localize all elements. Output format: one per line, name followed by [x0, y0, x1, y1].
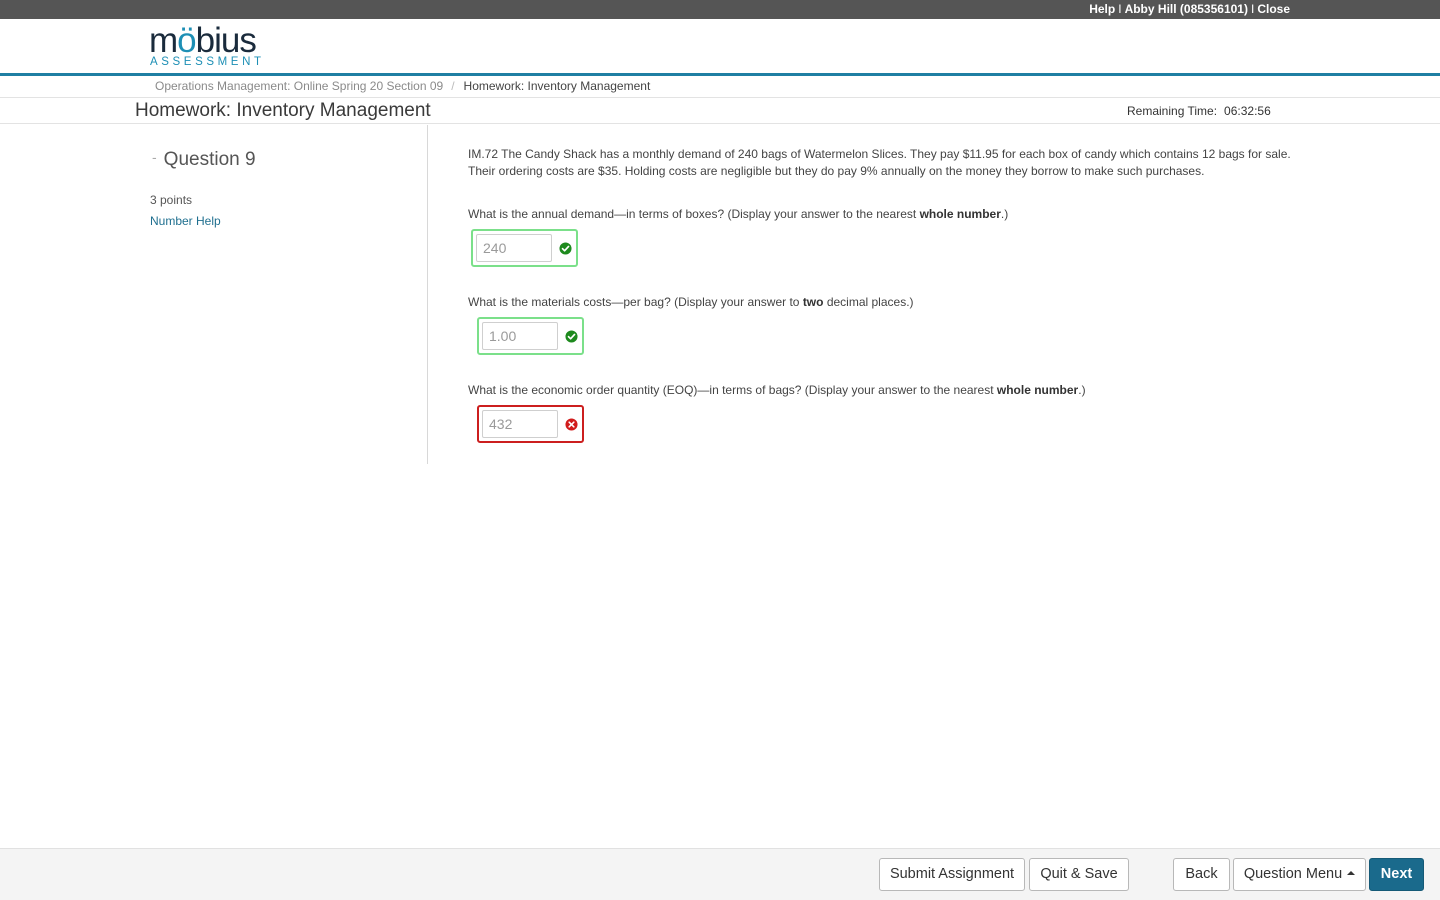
- remaining-time-label: Remaining Time:: [1127, 104, 1218, 118]
- part-1-prompt: What is the annual demand—in terms of bo…: [468, 207, 1009, 221]
- breadcrumb-course-link[interactable]: Operations Management: Online Spring 20 …: [155, 79, 443, 93]
- question-points: 3 points: [150, 193, 193, 207]
- question-content: IM.72 The Candy Shack has a monthly dema…: [468, 146, 1328, 443]
- check-circle-icon: [559, 242, 572, 255]
- user-links: Help I Abby Hill (085356101) I Close: [1089, 2, 1290, 16]
- check-circle-icon: [565, 330, 578, 343]
- separator: I: [1250, 2, 1255, 16]
- question-intro-line: IM.72 The Candy Shack has a monthly dema…: [468, 147, 1291, 161]
- caret-up-icon: [1347, 871, 1356, 875]
- x-circle-icon: [565, 418, 578, 431]
- logo-wordmark: möbius: [149, 21, 257, 60]
- breadcrumb: Operations Management: Online Spring 20 …: [155, 79, 650, 93]
- submit-assignment-button[interactable]: Submit Assignment: [879, 858, 1025, 891]
- mobius-logo: möbius ASSESSMENT: [149, 23, 279, 71]
- part-3-prompt: What is the economic order quantity (EOQ…: [468, 383, 1086, 397]
- close-link[interactable]: Close: [1257, 2, 1290, 16]
- part-2-answer-input[interactable]: [482, 322, 558, 350]
- remaining-time: Remaining Time: 06:32:56: [1127, 104, 1271, 118]
- header: möbius ASSESSMENT: [0, 19, 1440, 73]
- separator: I: [1118, 2, 1122, 16]
- question-number: Question 9: [163, 149, 256, 170]
- top-utility-bar: Help I Abby Hill (085356101) I Close: [0, 0, 1440, 19]
- question-menu-button[interactable]: Question Menu: [1233, 858, 1366, 891]
- question-sidebar: - Question 9 3 points Number Help: [0, 125, 428, 464]
- question-intro-line: Their ordering costs are $35. Holding co…: [468, 164, 1205, 178]
- question-intro: IM.72 The Candy Shack has a monthly dema…: [468, 146, 1328, 180]
- part-3-answer-box: [477, 405, 584, 443]
- header-divider: [0, 73, 1440, 76]
- part-3-answer-input[interactable]: [482, 410, 558, 438]
- remaining-time-value: 06:32:56: [1224, 104, 1271, 118]
- quit-save-button[interactable]: Quit & Save: [1029, 858, 1129, 891]
- help-link[interactable]: Help: [1089, 2, 1115, 16]
- breadcrumb-separator: /: [451, 79, 455, 93]
- next-button[interactable]: Next: [1369, 858, 1424, 891]
- collapse-dash-icon[interactable]: -: [152, 149, 157, 165]
- part-1-answer-input[interactable]: [476, 234, 552, 262]
- logo-subtitle: ASSESSMENT: [150, 56, 265, 68]
- number-help-link[interactable]: Number Help: [150, 214, 221, 228]
- breadcrumb-current: Homework: Inventory Management: [463, 79, 651, 93]
- user-name: Abby Hill (085356101): [1124, 2, 1248, 16]
- back-button[interactable]: Back: [1173, 858, 1230, 891]
- part-2-prompt: What is the materials costs—per bag? (Di…: [468, 295, 914, 309]
- part-2-answer-box: [477, 317, 584, 355]
- question-heading: - Question 9: [152, 149, 256, 171]
- title-bar: Homework: Inventory Management Remaining…: [0, 97, 1440, 124]
- part-1-answer-box: [471, 229, 578, 267]
- footer-action-bar: Submit Assignment Quit & Save Back Quest…: [0, 848, 1440, 900]
- question-menu-label: Question Menu: [1243, 866, 1343, 882]
- page-title: Homework: Inventory Management: [135, 100, 431, 121]
